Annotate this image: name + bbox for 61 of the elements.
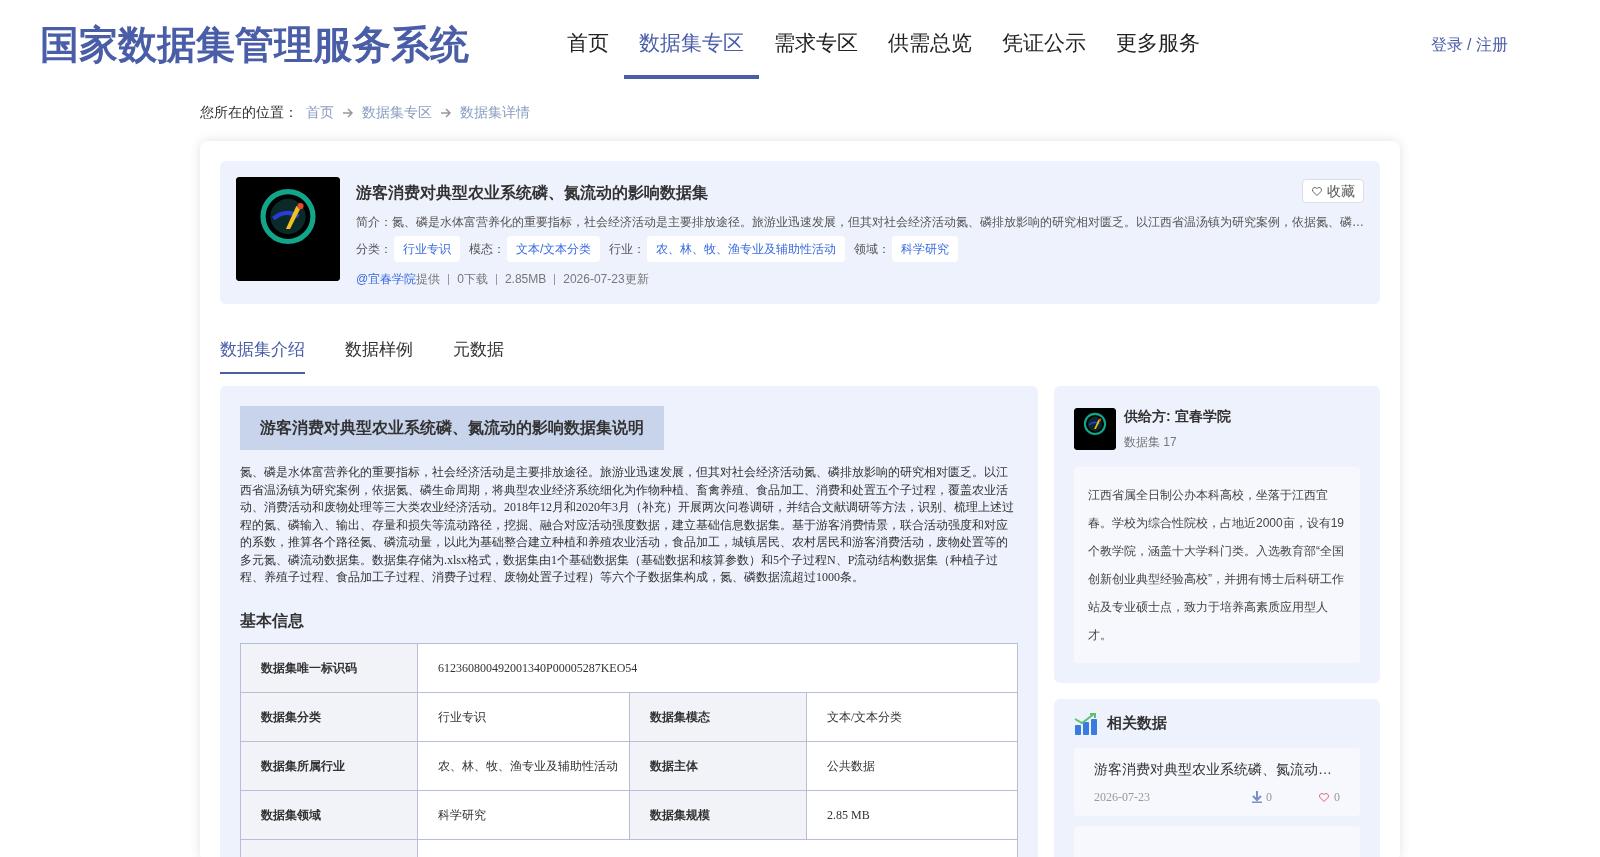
tag-label: 分类： [356,241,392,258]
breadcrumb-label: 您所在的位置： [200,103,298,122]
related-date: 2026-07-23 [1094,789,1151,806]
description-text: 氮、磷是水体富营养化的重要指标，社会经济活动是主要排放途径。旅游业迅速发展，但其对社会经济活动氮、磷排放影响的研究相对匮乏。以江西省温汤镇为研究案例，依据氮、磷生命周期，将典型农业经济系统细化为作物种植、畜禽养殖、食品加工、消费和处置五个子过程，覆盖农业活动、消费活动和废物处理等三大类农业经济活动。2018年12月和2020年3月（补充）开展两次问卷调研，并结合文献调研等方法，识别、梳理上述过程的氮、磷输入、输出、存量和损失等流动路径，挖掘、融合对应活动强度数据，建立基础信息数据集。基于游客消费情景，联合活动强度和对应的系数，推算各个路径氮、磷流动量，以此为基础整合建立种植和养殖农业活动，食品加工，城镇居民、农村居民和游客消费活动，废物处置等的多元氮、磷流动数据集。数据集存储为.xlsx格式，数据集由1个基础数据集（基础数据和核算参数）和5个子过程N、P流动结构数据集（种植子过程、养殖子过程、食品加工子过程、消费子过程、废物处置子过程）等六个子数据集构成，氮、磷数据流超过1000条。 [240,464,1015,586]
download-count: 0 [1266,789,1273,806]
tag: 文本/文本分类 [507,236,601,262]
dataset-count: 数据集 17 [1124,434,1178,451]
description-heading: 游客消费对典型农业系统磷、氮流动的影响数据集说明 [240,406,664,450]
school-logo [1074,407,1116,450]
label-cell: 数据集分类 [240,692,418,741]
supplier-name: 供给方: 宜春学院 [1124,407,1231,426]
login-link[interactable]: 登录 / 注册 [1430,33,1508,57]
like-count: 0 [1334,789,1340,806]
heart-icon [1318,791,1330,803]
tab[interactable]: 数据样例 [345,328,413,374]
provider-text: @宜春学院提供 [356,271,441,288]
value-cell: 612360800492001340P00005287KEO54 [417,643,1018,692]
value-cell: 文本/文本分类 [806,692,1018,741]
meta-text: 2026-07-23更新 [563,271,649,288]
heart-icon [1311,185,1323,197]
tag: 农、林、牧、渔专业及辅助性活动 [647,236,846,262]
nav-link[interactable]: 凭证公示 [987,11,1101,79]
section-heading: 基本信息 [240,610,305,631]
tag: 行业专识 [394,236,460,262]
meta-text: 0下载 [457,271,488,288]
tab[interactable]: 数据集介绍 [220,328,305,374]
arrow-icon [342,107,354,118]
value-cell: 行业专识 [417,692,630,741]
arrow-icon [440,107,452,118]
tab[interactable]: 元数据 [453,328,504,374]
dataset-title: 游客消费对典型农业系统磷、氮流动的影响数据集 [356,183,708,203]
tag-label: 行业： [609,241,646,258]
label-cell: 数据集领域 [240,790,418,839]
nav-link[interactable]: 首页 [552,11,624,79]
bar-chart-icon [1074,711,1099,736]
dataset-summary: 简介：氮、磷是水体富营养化的重要指标，社会经济活动是主要排放途径。旅游业迅速发展，但其对社会经济活动氮、磷排放影响的研究相对匮乏。以江西省温汤镇为研究案例，依据氮、磷… [356,214,1364,228]
favorite-button[interactable]: 收藏 [1302,179,1364,203]
tag: 科学研究 [892,236,959,262]
tag-label: 领域： [854,241,891,258]
value-cell: 2.85 MB [806,790,1018,839]
label-cell: 数据集模态 [629,692,807,741]
label-cell: 数据集规模 [629,790,807,839]
nav-link[interactable]: 更多服务 [1101,11,1215,79]
nav-link[interactable]: 数据集专区 [624,11,759,79]
meta-text: 2.85MB [504,271,547,288]
download-icon [1252,791,1262,803]
related-title: 游客消费对典型农业系统磷、氮流动… [1094,760,1333,779]
value-cell: 农、林、牧、渔专业及辅助性活动 [417,741,630,790]
nav-link[interactable]: 需求专区 [759,11,873,79]
value-cell: 公共数据 [806,741,1018,790]
related-item[interactable]: 游客消费对典型农业系统磷、氮流动… 2026-07-23 0 0 [1074,748,1360,816]
nav-link[interactable]: 供需总览 [873,11,987,79]
value-cell: 科学研究 [417,790,630,839]
site-title: 国家数据集管理服务系统 [40,21,470,68]
related-heading: 相关数据 [1107,713,1167,734]
label-cell: 数据主体 [629,741,807,790]
supplier-intro: 江西省属全日制公办本科高校，坐落于江西宜春。学校为综合性院校，占地近2000亩，设有19个教学院，涵盖十大学科门类。入选教育部“全国创新创业典型经验高校”，并拥有博士后科研工作站及专业硕士点，致力于培养高素质应用型人才。 [1074,467,1360,663]
provider-link[interactable]: @宜春学院 [356,272,417,286]
label-cell: 数据集所属行业 [240,741,418,790]
tag-label: 模态： [469,241,505,258]
label-cell: 数据集唯一标识码 [240,643,418,692]
